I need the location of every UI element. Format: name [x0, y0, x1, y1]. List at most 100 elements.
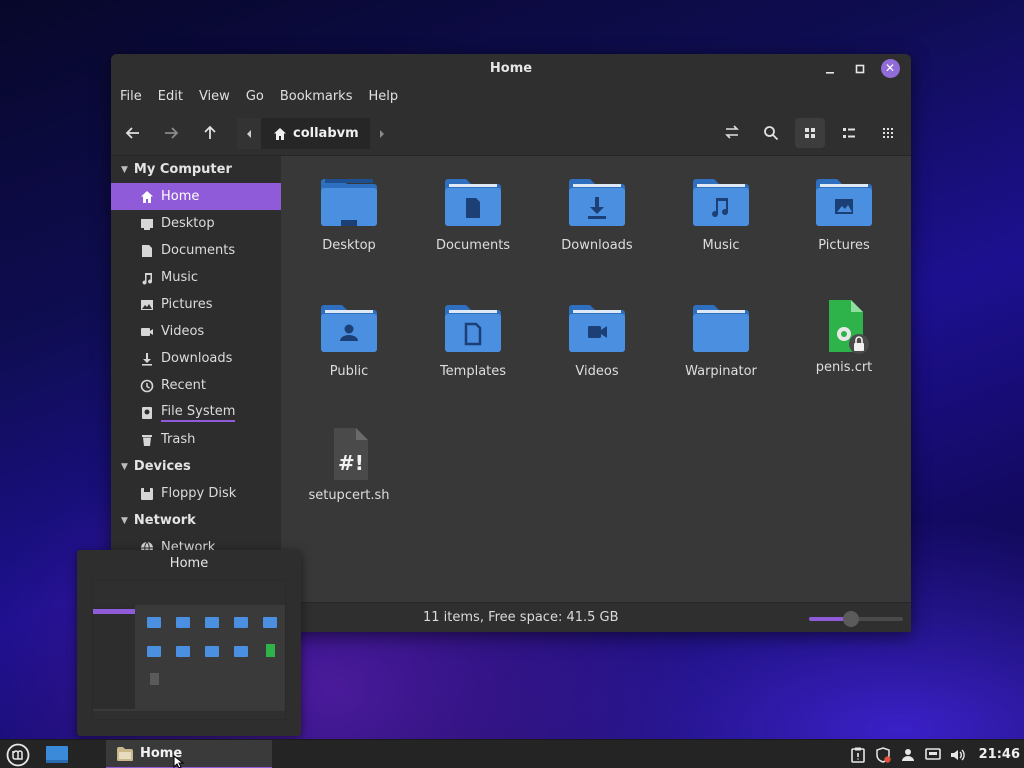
arrow-up-icon	[204, 125, 216, 139]
sidebar-section-network[interactable]: ▼ Network	[111, 507, 281, 534]
collapse-icon: ▼	[121, 164, 128, 175]
compact-view-button[interactable]	[873, 118, 903, 148]
maximize-button[interactable]	[849, 58, 871, 80]
folder-downloads-icon	[569, 179, 625, 226]
taskbar: Home 21:46	[0, 739, 1024, 768]
arrow-left-icon	[125, 127, 139, 139]
document-icon	[142, 244, 152, 257]
file-item-public[interactable]: Public	[294, 302, 404, 379]
file-item-pictures[interactable]: Pictures	[789, 176, 899, 253]
breadcrumb-home[interactable]: collabvm	[261, 126, 370, 141]
sidebar-item-floppy-disk[interactable]: Floppy Disk	[111, 480, 281, 507]
toggle-location-button[interactable]	[717, 118, 747, 148]
grid-icon	[805, 128, 815, 138]
file-view[interactable]: Desktop Documents Downloads Music Pictur…	[281, 156, 911, 632]
maximize-icon	[855, 64, 865, 73]
sidebar-item-recent[interactable]: Recent	[111, 372, 281, 399]
folder-desktop-icon	[321, 179, 377, 226]
sidebar-item-downloads[interactable]: Downloads	[111, 345, 281, 372]
up-button[interactable]	[196, 119, 224, 147]
menu-bookmarks[interactable]: Bookmarks	[280, 89, 353, 104]
sidebar-item-documents[interactable]: Documents	[111, 237, 281, 264]
file-item-videos[interactable]: Videos	[542, 302, 652, 379]
volume-icon	[951, 749, 965, 760]
window-title: Home	[489, 61, 533, 76]
folder-templates-icon	[445, 305, 501, 352]
zoom-slider-handle[interactable]	[843, 611, 859, 627]
breadcrumb-right-button[interactable]	[370, 118, 394, 149]
sidebar-section-devices[interactable]: ▼ Devices	[111, 453, 281, 480]
breadcrumb-left-button[interactable]	[237, 118, 261, 149]
minimize-button[interactable]	[819, 58, 841, 80]
desktop-icon	[141, 218, 153, 230]
file-item-desktop[interactable]: Desktop	[294, 176, 404, 253]
menu-edit[interactable]: Edit	[158, 89, 183, 104]
back-button[interactable]	[119, 119, 147, 147]
menu-button[interactable]	[6, 743, 30, 768]
window-preview-popup[interactable]: Home	[77, 550, 301, 736]
show-desktop-button[interactable]	[46, 746, 68, 768]
home-icon	[141, 190, 153, 203]
breadcrumb: collabvm	[237, 118, 394, 149]
file-item-penis-crt[interactable]: penis.crt	[789, 298, 899, 375]
folder-public-icon	[321, 305, 377, 352]
file-manager-icon	[117, 746, 133, 761]
sidebar-item-file-system[interactable]: File System	[111, 399, 281, 426]
title-bar[interactable]: Home ✕	[111, 54, 911, 83]
sidebar-item-pictures[interactable]: Pictures	[111, 291, 281, 318]
user-tray-button[interactable]	[896, 748, 921, 762]
system-tray: 21:46	[846, 740, 1024, 768]
drive-icon	[142, 406, 152, 419]
sidebar-section-my-computer[interactable]: ▼ My Computer	[111, 156, 281, 183]
sidebar-item-home[interactable]: Home	[111, 183, 281, 210]
wired-network-icon	[925, 747, 941, 760]
toolbar: collabvm	[111, 110, 911, 156]
file-item-warpinator[interactable]: Warpinator	[666, 302, 776, 379]
menu-file[interactable]: File	[120, 89, 142, 104]
file-manager-window: Home ✕ File Edit View Go Bookmarks Help	[111, 54, 911, 632]
minimize-icon	[826, 71, 834, 74]
collapse-icon: ▼	[121, 461, 128, 472]
taskbar-window-home[interactable]: Home	[106, 740, 272, 768]
icon-view-button[interactable]	[795, 118, 825, 148]
user-icon	[902, 748, 915, 761]
file-item-templates[interactable]: Templates	[418, 302, 528, 379]
menu-help[interactable]: Help	[368, 89, 398, 104]
file-item-music[interactable]: Music	[666, 176, 776, 253]
clock[interactable]: 21:46	[979, 747, 1020, 762]
menu-bar: File Edit View Go Bookmarks Help	[111, 83, 911, 110]
window-thumbnail[interactable]	[92, 580, 286, 720]
picture-icon	[141, 299, 153, 310]
volume-tray-button[interactable]	[946, 748, 971, 762]
chevron-left-icon	[247, 129, 251, 138]
sidebar-item-desktop[interactable]: Desktop	[111, 210, 281, 237]
folder-documents-icon	[445, 179, 501, 226]
update-manager-tray-button[interactable]	[871, 746, 896, 763]
close-button[interactable]: ✕	[879, 58, 901, 80]
menu-go[interactable]: Go	[246, 89, 264, 104]
script-file-icon: #!	[334, 428, 368, 480]
clipboard-icon	[851, 747, 865, 763]
mouse-cursor-icon	[173, 755, 185, 768]
sidebar-item-music[interactable]: Music	[111, 264, 281, 291]
clipboard-tray-button[interactable]	[846, 747, 871, 763]
linux-mint-logo-icon	[6, 743, 30, 767]
file-item-downloads[interactable]: Downloads	[542, 176, 652, 253]
zoom-slider[interactable]	[809, 611, 903, 627]
search-button[interactable]	[756, 118, 786, 148]
network-tray-button[interactable]	[921, 747, 946, 762]
list-view-button[interactable]	[834, 118, 864, 148]
thumbnail-icons	[147, 617, 277, 685]
file-item-documents[interactable]: Documents	[418, 176, 528, 253]
sidebar-item-videos[interactable]: Videos	[111, 318, 281, 345]
shield-icon	[876, 746, 891, 763]
forward-button[interactable]	[157, 119, 185, 147]
certificate-file-icon	[829, 300, 869, 354]
close-icon: ✕	[880, 59, 900, 78]
arrow-right-icon	[165, 127, 179, 139]
music-icon	[142, 272, 153, 285]
preview-title: Home	[169, 556, 209, 571]
menu-view[interactable]: View	[199, 89, 230, 104]
sidebar-item-trash[interactable]: Trash	[111, 426, 281, 453]
file-item-setupcert-sh[interactable]: #! setupcert.sh	[294, 426, 404, 503]
